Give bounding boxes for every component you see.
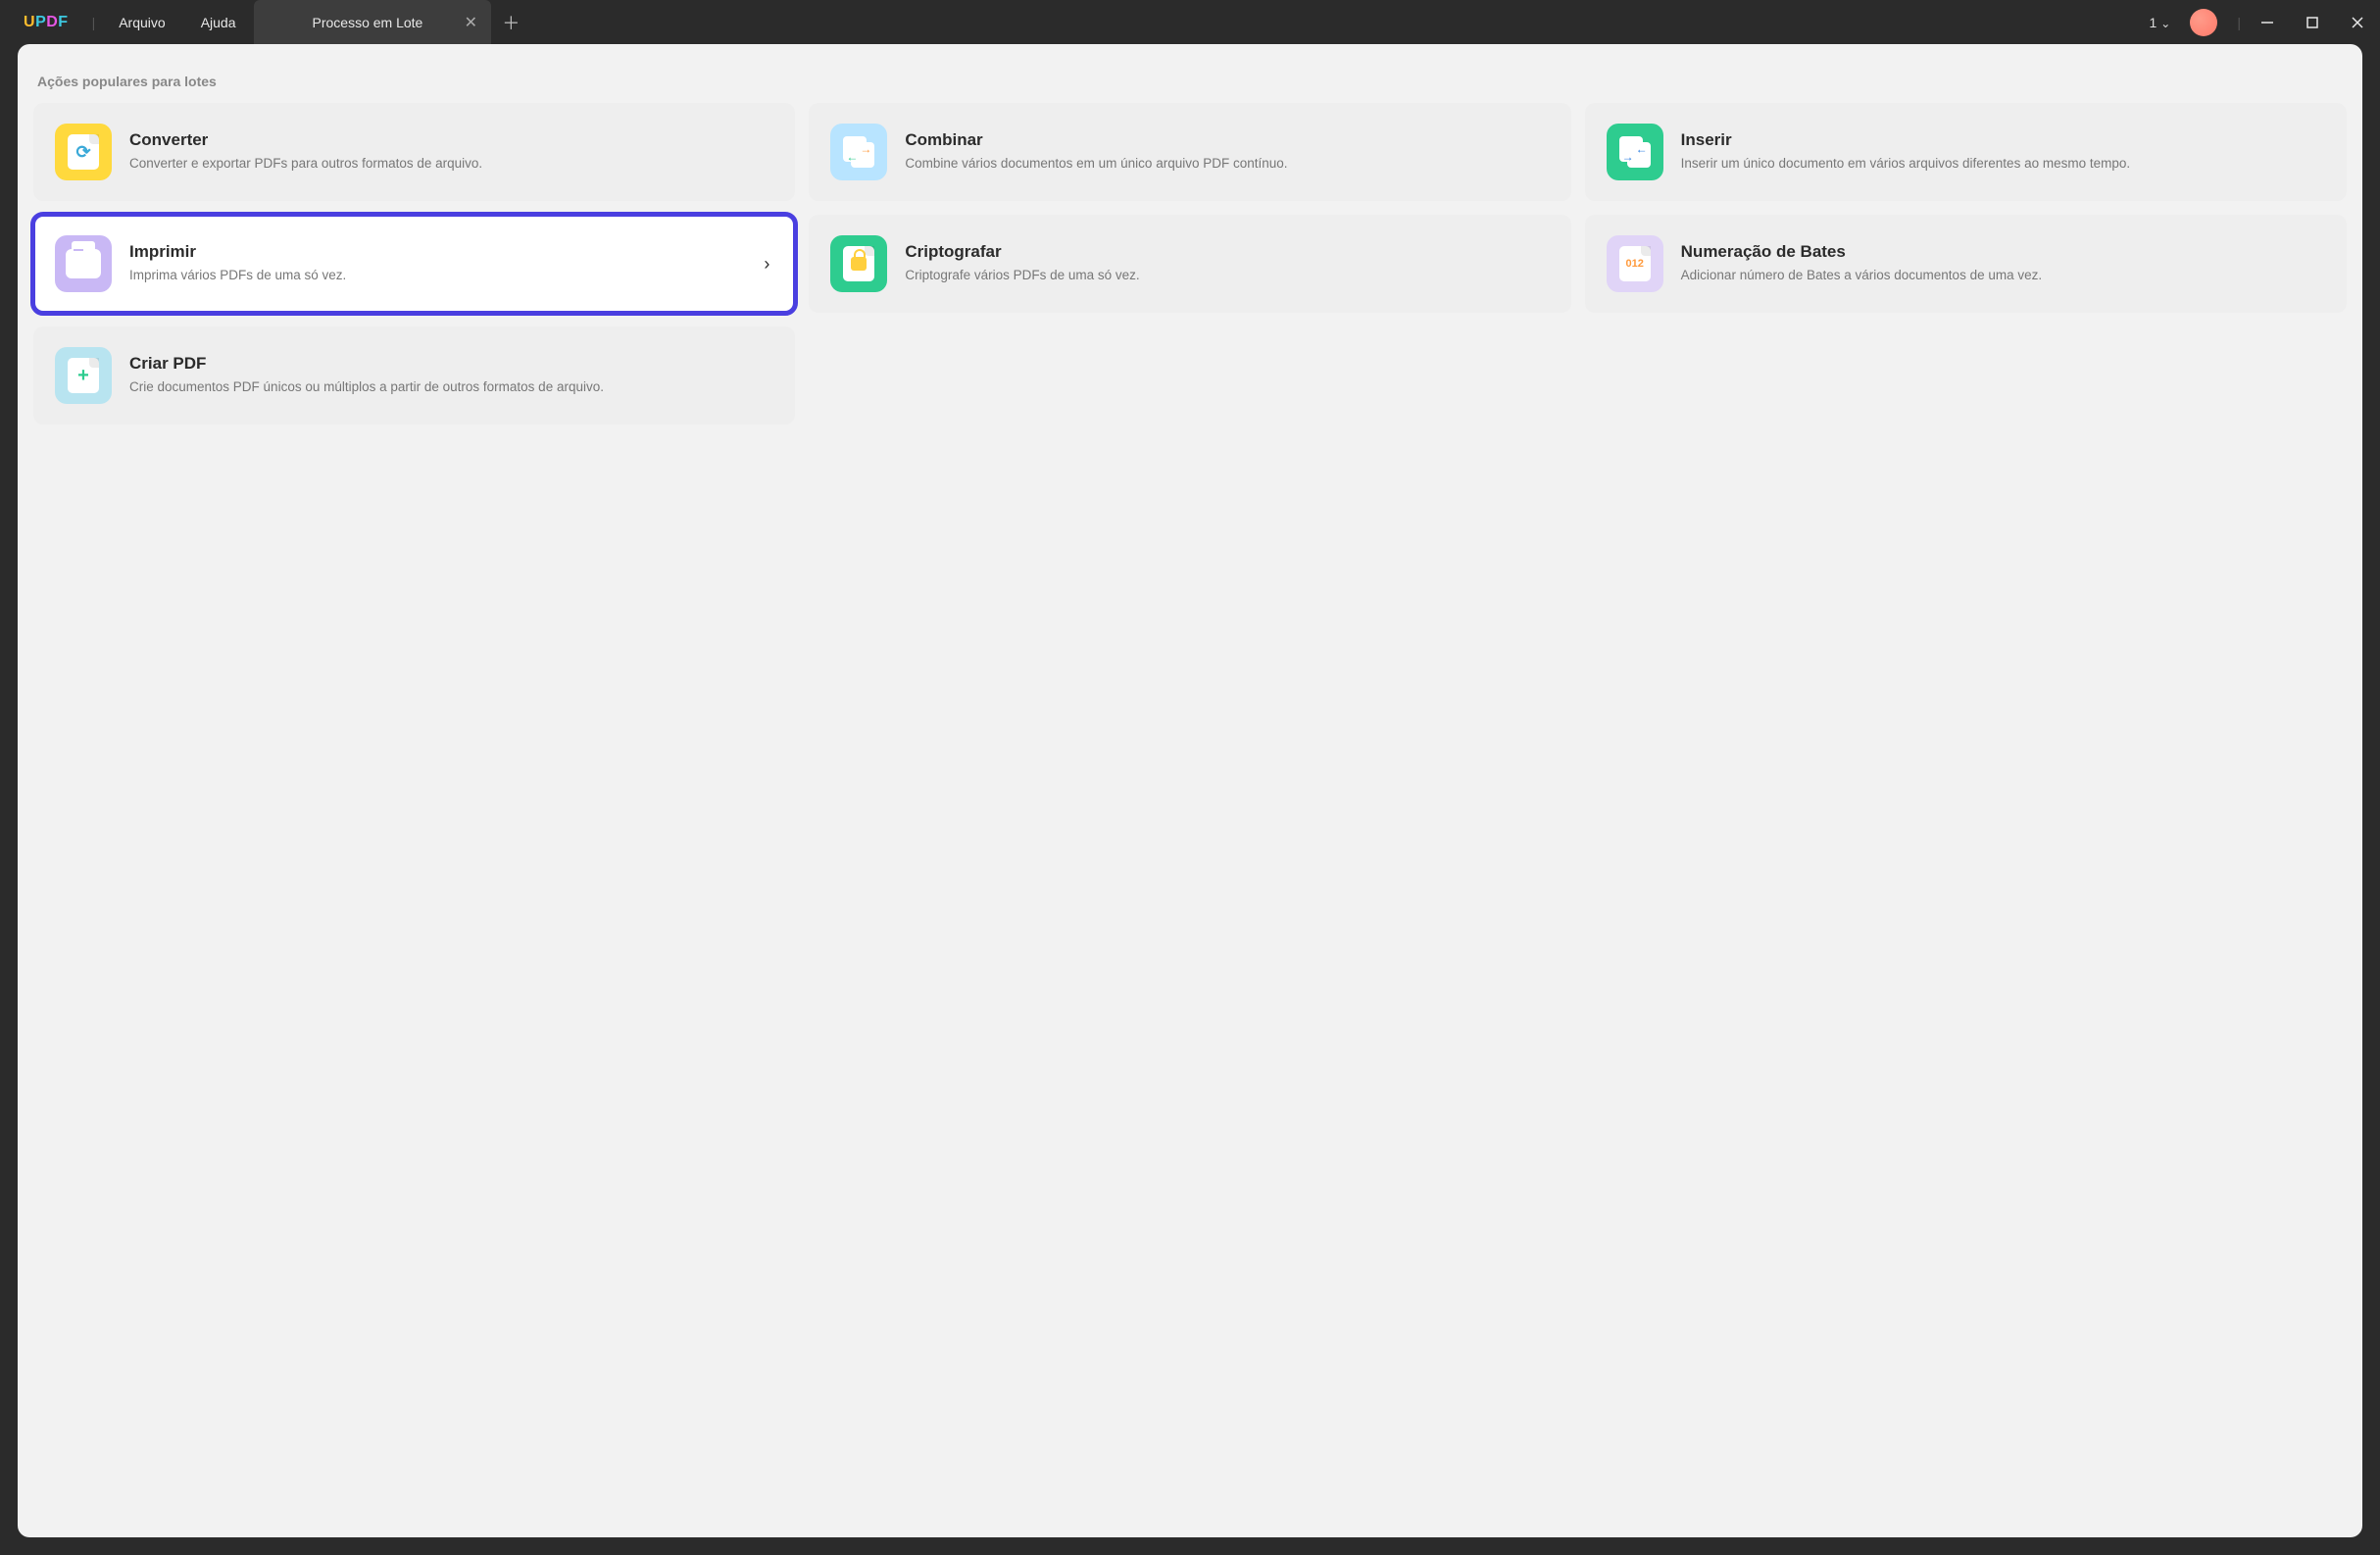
window-count[interactable]: 1⌄ [2146, 15, 2175, 30]
print-icon [55, 235, 112, 292]
titlebar: UPDF | Arquivo Ajuda Processo em Lote ✕ … [0, 0, 2380, 44]
card-desc: Converter e exportar PDFs para outros fo… [129, 155, 773, 174]
card-encrypt[interactable]: Criptografar Criptografe vários PDFs de … [809, 215, 1570, 313]
tab-batch-process[interactable]: Processo em Lote ✕ [254, 0, 492, 44]
menu-separator: | [92, 15, 96, 30]
close-icon [2351, 16, 2364, 29]
menu-file[interactable]: Arquivo [101, 0, 182, 44]
card-create-pdf[interactable]: + Criar PDF Crie documentos PDF únicos o… [33, 326, 795, 425]
encrypt-icon [830, 235, 887, 292]
bates-icon: 012 [1607, 235, 1663, 292]
card-desc: Combine vários documentos em um único ar… [905, 155, 1549, 174]
card-title: Converter [129, 130, 773, 150]
chevron-right-icon: › [760, 254, 773, 275]
window-separator: | [2237, 15, 2241, 30]
section-title: Ações populares para lotes [37, 74, 2347, 89]
minimize-icon [2260, 16, 2274, 29]
card-bates[interactable]: 012 Numeração de Bates Adicionar número … [1585, 215, 2347, 313]
card-desc: Imprima vários PDFs de uma só vez. [129, 267, 742, 285]
new-tab-button[interactable]: ＋ [491, 0, 530, 44]
chevron-down-icon: ⌄ [2160, 17, 2170, 30]
card-combine[interactable]: →← Combinar Combine vários documentos em… [809, 103, 1570, 201]
combine-icon: →← [830, 124, 887, 180]
app-logo: UPDF [24, 14, 69, 31]
window-minimize-button[interactable] [2245, 0, 2290, 44]
card-title: Imprimir [129, 242, 742, 262]
card-title: Criptografar [905, 242, 1549, 262]
convert-icon [55, 124, 112, 180]
action-grid: Converter Converter e exportar PDFs para… [33, 103, 2347, 425]
tab-close-icon[interactable]: ✕ [462, 14, 479, 31]
tab-title: Processo em Lote [313, 15, 423, 30]
main-panel: Ações populares para lotes Converter Con… [18, 44, 2362, 1537]
card-title: Criar PDF [129, 354, 773, 374]
card-title: Combinar [905, 130, 1549, 150]
window-close-button[interactable] [2335, 0, 2380, 44]
create-pdf-icon: + [55, 347, 112, 404]
card-desc: Crie documentos PDF únicos ou múltiplos … [129, 378, 773, 397]
card-desc: Criptografe vários PDFs de uma só vez. [905, 267, 1549, 285]
card-desc: Inserir um único documento em vários arq… [1681, 155, 2325, 174]
card-title: Numeração de Bates [1681, 242, 2325, 262]
maximize-icon [2306, 16, 2319, 29]
card-desc: Adicionar número de Bates a vários docum… [1681, 267, 2325, 285]
avatar[interactable] [2190, 9, 2217, 36]
insert-icon: ←→ [1607, 124, 1663, 180]
window-maximize-button[interactable] [2290, 0, 2335, 44]
card-print[interactable]: Imprimir Imprima vários PDFs de uma só v… [33, 215, 795, 313]
card-title: Inserir [1681, 130, 2325, 150]
card-insert[interactable]: ←→ Inserir Inserir um único documento em… [1585, 103, 2347, 201]
menu-help[interactable]: Ajuda [183, 0, 254, 44]
card-convert[interactable]: Converter Converter e exportar PDFs para… [33, 103, 795, 201]
